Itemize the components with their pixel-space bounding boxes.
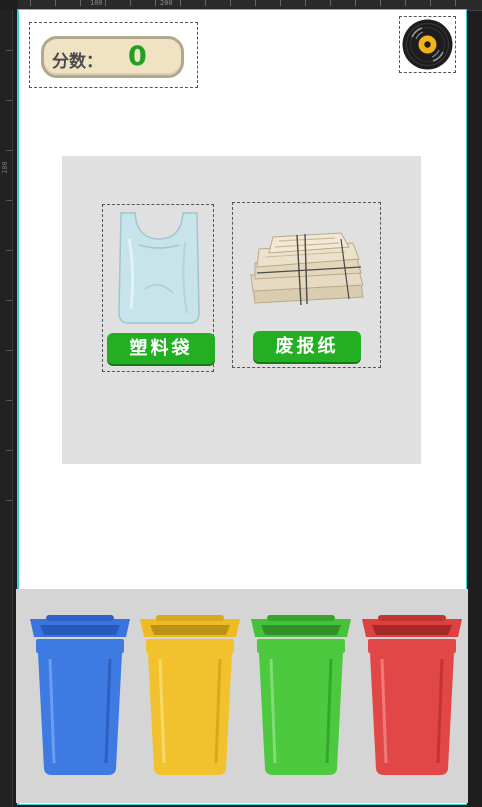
ruler-number: 200 [160, 0, 173, 7]
newspaper-bundle-icon [250, 232, 364, 306]
score-value: 0 [128, 41, 147, 72]
green-trash-bin-icon[interactable] [247, 615, 355, 779]
score-label: 分数： [52, 52, 103, 72]
ruler-number: 100 [90, 0, 103, 7]
score-display: 分数： 0 [29, 22, 198, 88]
vinyl-record-icon [402, 19, 453, 70]
left-ruler: 100 [0, 10, 13, 807]
blue-trash-bin-icon[interactable] [26, 615, 134, 779]
ruler-number: 100 [1, 161, 9, 174]
music-toggle-button[interactable] [399, 16, 456, 73]
red-trash-bin-icon[interactable] [358, 615, 466, 779]
item-card-newspaper[interactable]: 废报纸 [232, 202, 381, 368]
yellow-trash-bin-icon[interactable] [136, 615, 244, 779]
trash-bin-tray [16, 589, 468, 803]
item-card-plastic-bag[interactable]: 塑料袋 [102, 204, 215, 372]
plastic-bag-icon [118, 212, 200, 324]
item-board: 塑料袋 废报纸 [62, 156, 421, 464]
item-label-newspaper: 废报纸 [253, 331, 361, 362]
score-panel: 分数： 0 [41, 36, 184, 78]
item-label-plastic-bag: 塑料袋 [107, 333, 215, 364]
